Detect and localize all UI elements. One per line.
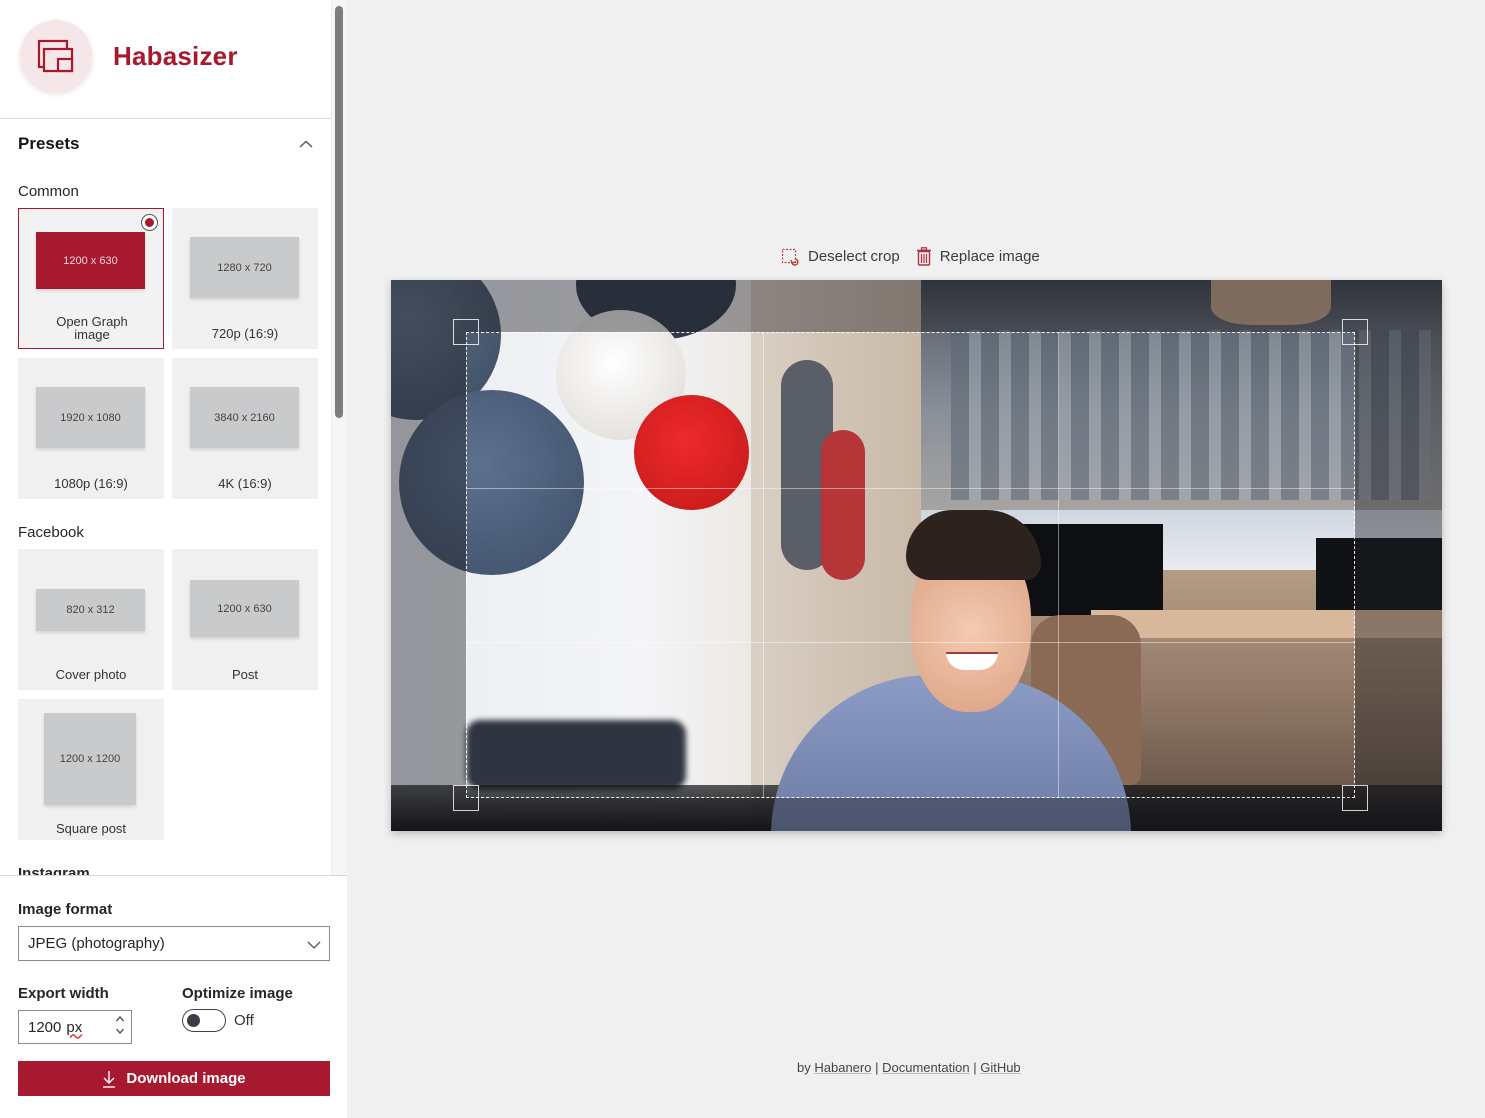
preset-label: Cover photo	[55, 667, 127, 682]
preset-cover-photo[interactable]: 820 x 312 Cover photo	[18, 549, 164, 690]
crop-grid-line	[1058, 333, 1060, 797]
width-stepper[interactable]	[115, 1014, 125, 1036]
optimize-image-label: Optimize image	[182, 985, 293, 1002]
preset-label: Square post	[55, 821, 127, 836]
crop-grid-line	[467, 642, 1354, 644]
crop-mask-top	[391, 280, 1442, 332]
preset-thumb: 1280 x 720	[190, 237, 299, 298]
preset-post[interactable]: 1200 x 630 Post	[172, 549, 318, 690]
preset-1080p[interactable]: 1920 x 1080 1080p (16:9)	[18, 358, 164, 499]
preset-label: 1080p (16:9)	[54, 476, 128, 491]
crop-handle-top-left[interactable]	[453, 319, 479, 345]
toggle-knob	[187, 1013, 200, 1027]
presets-header[interactable]: Presets	[18, 132, 318, 156]
preset-label: 720p (16:9)	[211, 326, 279, 341]
preset-720p[interactable]: 1280 x 720 720p (16:9)	[172, 208, 318, 349]
radio-selected-icon[interactable]	[141, 214, 158, 231]
export-controls: Image format JPEG (photography) Export w…	[0, 875, 347, 1118]
crop-mask-left	[391, 332, 466, 798]
image-canvas[interactable]	[391, 280, 1442, 831]
preset-label: 4K (16:9)	[218, 476, 272, 491]
divider	[0, 118, 331, 119]
scrollbar-thumb[interactable]	[335, 6, 343, 418]
export-width-unit: px	[66, 1018, 83, 1036]
crop-handle-bottom-right[interactable]	[1342, 785, 1368, 811]
preset-4k[interactable]: 3840 x 2160 4K (16:9)	[172, 358, 318, 499]
footer-by: by	[797, 1060, 811, 1075]
image-format-select[interactable]: JPEG (photography)	[18, 926, 330, 961]
chevron-down-icon	[307, 937, 321, 954]
deselect-crop-icon	[781, 248, 799, 266]
deselect-crop-button[interactable]: Deselect crop	[781, 248, 900, 266]
stepper-down-icon[interactable]	[115, 1026, 125, 1036]
footer-separator: |	[973, 1060, 977, 1075]
habanero-link[interactable]: Habanero	[814, 1060, 871, 1075]
image-actions: Deselect crop Replace image	[781, 247, 1040, 266]
github-link[interactable]: GitHub	[980, 1060, 1020, 1075]
preset-thumb: 1200 x 630	[36, 232, 145, 289]
preset-thumb: 1200 x 1200	[44, 713, 136, 805]
preset-open-graph[interactable]: 1200 x 630 Open Graph image	[18, 208, 164, 349]
presets-scroll-area: Habasizer Presets Common 1200 x 630 Open…	[0, 0, 331, 875]
app-logo	[20, 20, 92, 92]
resize-icon	[37, 39, 74, 73]
documentation-link[interactable]: Documentation	[882, 1060, 969, 1075]
preset-group-instagram: Instagram	[18, 865, 90, 875]
replace-image-label: Replace image	[939, 248, 1040, 265]
download-icon	[103, 1070, 116, 1088]
crop-selection[interactable]	[466, 332, 1355, 798]
crop-grid-line	[467, 487, 1354, 489]
chevron-up-icon[interactable]	[294, 132, 318, 156]
sidebar: Habasizer Presets Common 1200 x 630 Open…	[0, 0, 347, 1118]
preset-group-facebook: Facebook	[18, 524, 84, 541]
preset-group-common: Common	[18, 183, 79, 200]
export-width-value: 1200	[28, 1018, 62, 1036]
brand: Habasizer	[20, 20, 238, 92]
download-image-button[interactable]: Download image	[18, 1061, 330, 1096]
deselect-crop-label: Deselect crop	[808, 248, 900, 265]
export-width-label: Export width	[18, 985, 109, 1002]
optimize-state: Off	[234, 1012, 254, 1029]
stepper-up-icon[interactable]	[115, 1014, 125, 1024]
footer: by Habanero | Documentation | GitHub	[797, 1060, 1021, 1075]
preset-label: Post	[231, 667, 258, 682]
trash-icon	[916, 247, 931, 266]
preset-label: Open Graph image	[56, 314, 128, 342]
preset-thumb: 820 x 312	[36, 589, 145, 631]
preset-square-post[interactable]: 1200 x 1200 Square post	[18, 699, 164, 840]
sidebar-scrollbar[interactable]	[331, 0, 347, 875]
export-width-input[interactable]: 1200 px	[18, 1010, 132, 1044]
preset-thumb: 1920 x 1080	[36, 387, 145, 448]
replace-image-button[interactable]: Replace image	[916, 247, 1040, 266]
preset-thumb: 3840 x 2160	[190, 387, 299, 448]
image-format-value: JPEG (photography)	[28, 935, 165, 952]
optimize-image-toggle[interactable]	[182, 1009, 226, 1032]
crop-handle-bottom-left[interactable]	[453, 785, 479, 811]
app-name: Habasizer	[113, 40, 238, 71]
download-label: Download image	[126, 1070, 246, 1087]
footer-separator: |	[875, 1060, 879, 1075]
preset-thumb: 1200 x 630	[190, 580, 299, 637]
crop-grid-line	[762, 333, 764, 797]
crop-mask-bottom	[391, 798, 1442, 831]
crop-mask-right	[1355, 332, 1442, 798]
crop-handle-top-right[interactable]	[1342, 319, 1368, 345]
presets-title: Presets	[18, 134, 80, 153]
image-format-label: Image format	[18, 901, 113, 918]
